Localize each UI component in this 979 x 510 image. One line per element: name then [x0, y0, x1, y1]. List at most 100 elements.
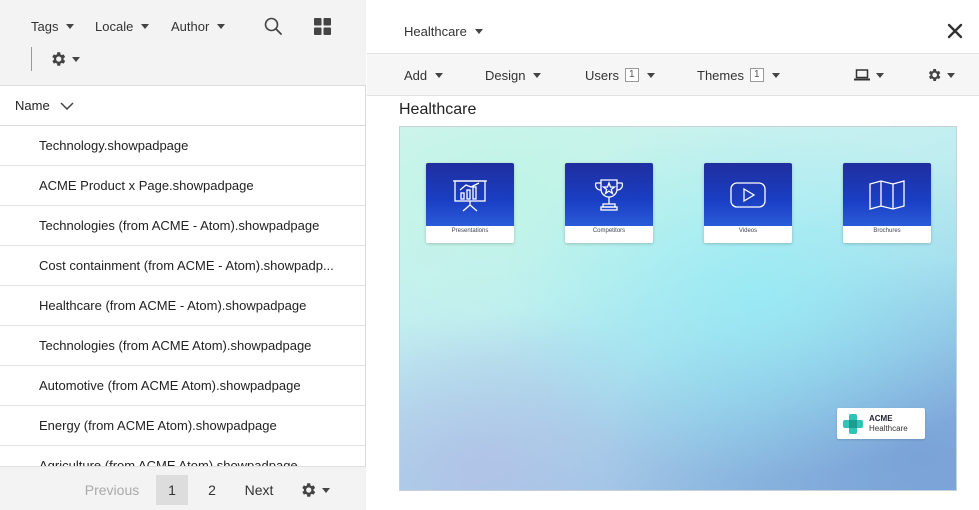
- medical-cross-icon: [843, 413, 863, 434]
- pagination-settings-button[interactable]: [296, 475, 332, 505]
- gear-icon: [51, 52, 65, 66]
- list-item[interactable]: Technologies (from ACME - Atom).showpadp…: [0, 206, 366, 246]
- gear-icon: [928, 69, 941, 81]
- section-dropdown[interactable]: Healthcare: [404, 22, 483, 40]
- list-item[interactable]: Healthcare (from ACME - Atom).showpadpag…: [0, 286, 366, 326]
- tile-label: Presentations: [451, 228, 489, 234]
- chevron-down-icon: [141, 23, 150, 29]
- chevron-down-icon: [646, 72, 655, 78]
- design-label: Design: [485, 67, 526, 83]
- users-count-badge: 1: [624, 68, 639, 82]
- filter-toolbar: Tags Locale Author: [0, 0, 366, 86]
- close-button[interactable]: [947, 22, 965, 40]
- tile-label: Videos: [738, 228, 758, 234]
- next-page-button[interactable]: Next: [238, 475, 280, 505]
- search-icon: [264, 17, 282, 35]
- editor-header: Healthcare: [367, 0, 979, 54]
- chevron-down-icon: [60, 101, 74, 110]
- tile-label: Brochures: [873, 228, 901, 234]
- users-dropdown[interactable]: Users 1: [585, 66, 655, 84]
- chevron-down-icon: [947, 72, 955, 78]
- toolbar-divider: [31, 47, 32, 71]
- chevron-down-icon: [771, 72, 780, 78]
- themes-dropdown[interactable]: Themes 1: [697, 66, 780, 84]
- locale-filter-label: Locale: [95, 18, 134, 34]
- brand-subtitle: Healthcare: [869, 423, 908, 433]
- chevron-down-icon: [217, 23, 226, 29]
- themes-count-badge: 1: [749, 68, 764, 82]
- list-item-label: Technologies (from ACME - Atom).showpadp…: [39, 218, 320, 233]
- previous-page-button[interactable]: Previous: [80, 475, 144, 505]
- device-preview-dropdown[interactable]: [854, 66, 884, 84]
- list-item-label: Agriculture (from ACME Atom).showpadpage: [39, 458, 298, 466]
- folded-map-icon: [869, 179, 905, 210]
- list-item-label: ACME Product x Page.showpadpage: [39, 178, 254, 193]
- tags-filter[interactable]: Tags: [31, 17, 75, 35]
- laptop-icon: [854, 69, 870, 81]
- name-column-label: Name: [15, 98, 50, 113]
- page-2-button[interactable]: 2: [196, 475, 228, 505]
- page-1-button[interactable]: 1: [156, 475, 188, 505]
- video-play-icon: [730, 181, 766, 208]
- chevron-down-icon: [321, 487, 330, 493]
- users-label: Users: [585, 67, 619, 83]
- chevron-down-icon: [435, 72, 444, 78]
- brand-logo: ACME Healthcare: [837, 408, 925, 439]
- page-editor-panel: Healthcare Add Design Users 1 Themes 1 H…: [367, 0, 979, 510]
- grid-view-button[interactable]: [312, 16, 332, 36]
- add-label: Add: [404, 67, 428, 83]
- themes-label: Themes: [697, 67, 744, 83]
- tile-image: [426, 163, 514, 226]
- author-filter[interactable]: Author: [171, 17, 226, 35]
- tile-brochures[interactable]: Brochures: [843, 163, 931, 243]
- list-item[interactable]: Automotive (from ACME Atom).showpadpage: [0, 366, 366, 406]
- chevron-down-icon: [533, 72, 542, 78]
- list-item-label: Healthcare (from ACME - Atom).showpadpag…: [39, 298, 307, 313]
- tile-image: [843, 163, 931, 226]
- list-item[interactable]: Agriculture (from ACME Atom).showpadpage: [0, 446, 366, 466]
- list-item[interactable]: Cost containment (from ACME - Atom).show…: [0, 246, 366, 286]
- close-icon: [947, 23, 963, 39]
- tile-image: [565, 163, 653, 226]
- page-title: Healthcare: [399, 101, 477, 118]
- tags-filter-label: Tags: [31, 18, 59, 34]
- tile-presentations[interactable]: Presentations: [426, 163, 514, 243]
- list-item-label: Technology.showpadpage: [39, 138, 189, 153]
- pagination: Previous 1 2 Next: [0, 466, 366, 510]
- list-item[interactable]: Energy (from ACME Atom).showpadpage: [0, 406, 366, 446]
- editor-toolbar: Add Design Users 1 Themes 1: [367, 54, 979, 96]
- chevron-down-icon: [66, 23, 75, 29]
- locale-filter[interactable]: Locale: [95, 17, 150, 35]
- search-button[interactable]: [263, 16, 283, 36]
- tile-videos[interactable]: Videos: [704, 163, 792, 243]
- list-item-label: Energy (from ACME Atom).showpadpage: [39, 418, 277, 433]
- asset-browser-panel: Tags Locale Author Name Technology.showp…: [0, 0, 366, 510]
- section-dropdown-label: Healthcare: [404, 23, 467, 39]
- asset-list: Technology.showpadpage ACME Product x Pa…: [0, 126, 366, 466]
- tile-label: Competitors: [592, 228, 626, 234]
- name-sort-header[interactable]: Name: [0, 86, 366, 126]
- list-item-label: Cost containment (from ACME - Atom).show…: [39, 258, 334, 273]
- add-dropdown[interactable]: Add: [404, 66, 444, 84]
- brand-name: ACME: [869, 413, 893, 423]
- list-item-label: Automotive (from ACME Atom).showpadpage: [39, 378, 301, 393]
- trophy-icon: [594, 178, 624, 211]
- page-preview-canvas: Presentations Competitors Videos Brochur…: [399, 126, 957, 491]
- brand-text: ACME Healthcare: [869, 414, 908, 434]
- list-item[interactable]: ACME Product x Page.showpadpage: [0, 166, 366, 206]
- list-settings-button[interactable]: [46, 49, 82, 69]
- chevron-down-icon: [474, 28, 483, 34]
- author-filter-label: Author: [171, 18, 210, 34]
- tile-competitors[interactable]: Competitors: [565, 163, 653, 243]
- gear-icon: [301, 483, 315, 497]
- chevron-down-icon: [71, 56, 80, 62]
- tile-image: [704, 163, 792, 226]
- list-item-label: Technologies (from ACME Atom).showpadpag…: [39, 338, 312, 353]
- grid-icon: [313, 17, 331, 35]
- editor-settings-dropdown[interactable]: [926, 66, 955, 84]
- list-item[interactable]: Technology.showpadpage: [0, 126, 366, 166]
- chevron-down-icon: [876, 72, 884, 78]
- design-dropdown[interactable]: Design: [485, 66, 542, 84]
- presentation-board-icon: [453, 179, 487, 211]
- list-item[interactable]: Technologies (from ACME Atom).showpadpag…: [0, 326, 366, 366]
